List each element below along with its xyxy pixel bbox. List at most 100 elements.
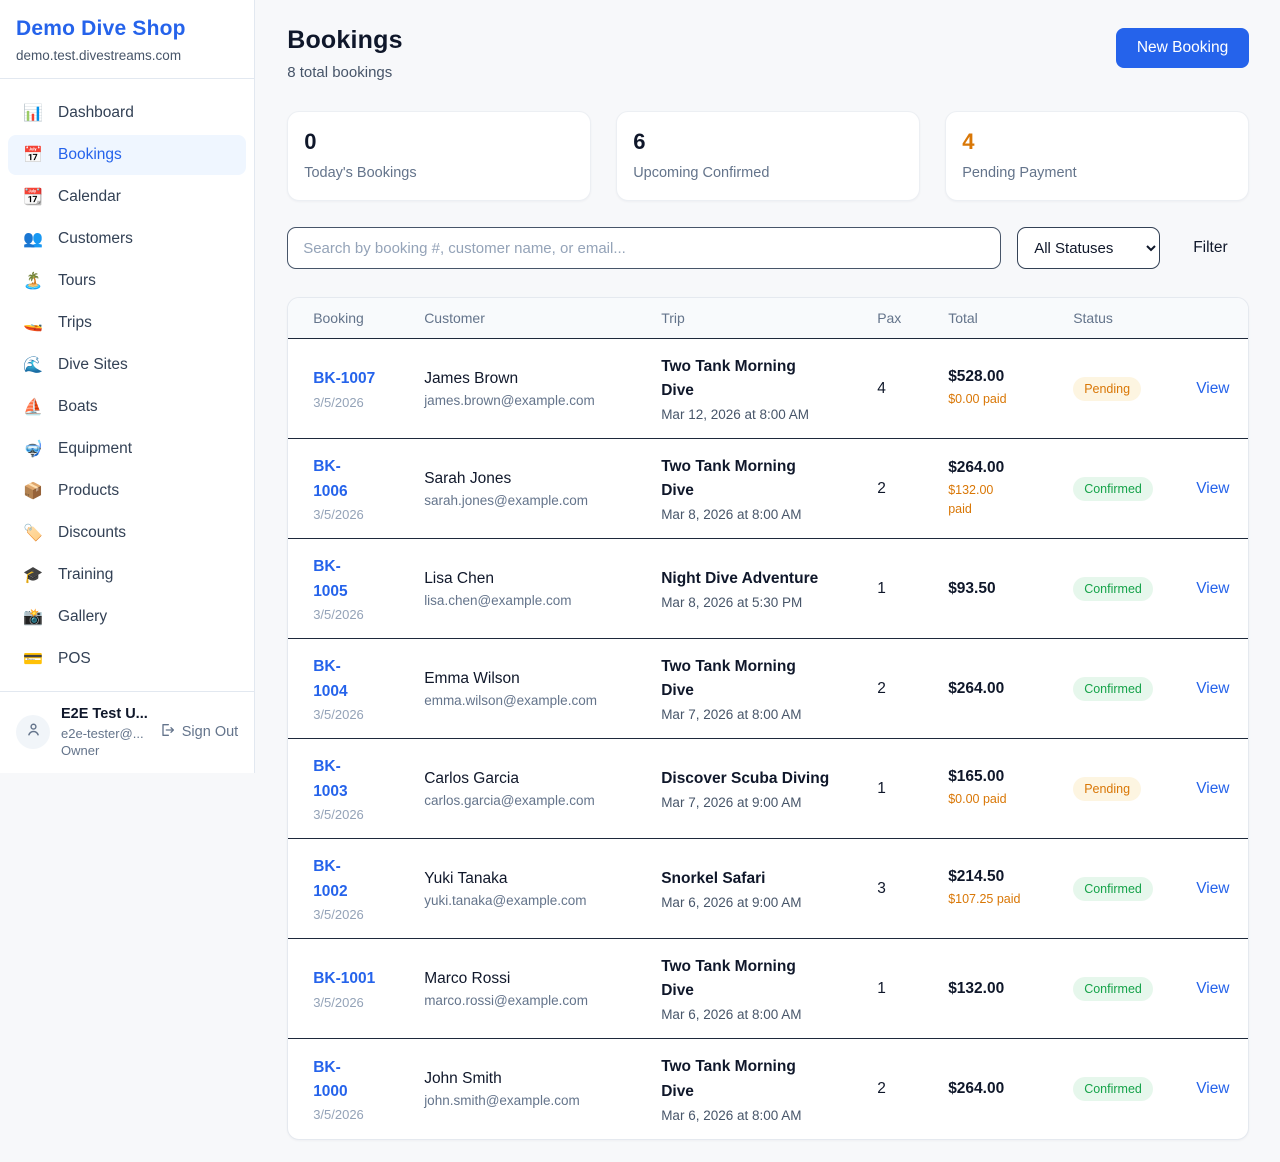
new-booking-button[interactable]: New Booking	[1116, 28, 1249, 68]
sidebar-item-gallery[interactable]: 📸 Gallery	[8, 597, 246, 637]
booking-cell: BK- 1003 3/5/2026	[313, 755, 424, 821]
total-cell: $528.00 $0.00 paid	[948, 368, 1073, 409]
status-badge: Confirmed	[1073, 677, 1153, 701]
trip-datetime: Mar 6, 2026 at 9:00 AM	[661, 895, 877, 910]
sidebar-item-customers[interactable]: 👥 Customers	[8, 219, 246, 259]
customer-name: Sarah Jones	[424, 470, 661, 488]
table-row: BK- 1000 3/5/2026 John Smith john.smith@…	[288, 1039, 1248, 1139]
booking-id-link[interactable]: BK- 1006	[313, 455, 424, 503]
sidebar-item-dashboard[interactable]: 📊 Dashboard	[8, 93, 246, 133]
trip-name: Snorkel Safari	[661, 867, 831, 891]
customer-email: james.brown@example.com	[424, 393, 661, 408]
nav-label: Calendar	[58, 188, 121, 206]
total-amount: $93.50	[948, 580, 1073, 598]
booking-cell: BK-1001 3/5/2026	[313, 967, 424, 1009]
view-link[interactable]: View	[1196, 580, 1248, 598]
nav-label: Products	[58, 482, 119, 500]
pax-cell: 2	[877, 1080, 948, 1098]
user-name: E2E Test U...	[61, 705, 148, 725]
trip-datetime: Mar 6, 2026 at 8:00 AM	[661, 1108, 877, 1123]
booking-date: 3/5/2026	[313, 807, 424, 822]
status-cell: Pending	[1073, 777, 1196, 801]
people-icon: 👥	[23, 229, 43, 249]
nav-label: Discounts	[58, 524, 126, 542]
column-header-status: Status	[1073, 310, 1196, 326]
trip-cell: Two Tank Morning Dive Mar 8, 2026 at 8:0…	[661, 455, 877, 522]
sidebar-item-boats[interactable]: ⛵ Boats	[8, 387, 246, 427]
booking-id-link[interactable]: BK-1001	[313, 967, 424, 991]
booking-id-link[interactable]: BK- 1004	[313, 655, 424, 703]
bar-chart-icon: 📊	[23, 103, 43, 123]
booking-cell: BK- 1006 3/5/2026	[313, 455, 424, 521]
graduation-cap-icon: 🎓	[23, 565, 43, 585]
sidebar-item-bookings[interactable]: 📅 Bookings	[8, 135, 246, 175]
nav-label: Gallery	[58, 608, 107, 626]
customer-email: lisa.chen@example.com	[424, 593, 661, 608]
total-cell: $264.00	[948, 680, 1073, 698]
package-icon: 📦	[23, 481, 43, 501]
table-row: BK- 1003 3/5/2026 Carlos Garcia carlos.g…	[288, 739, 1248, 839]
pax-cell: 4	[877, 380, 948, 398]
sidebar-item-discounts[interactable]: 🏷️ Discounts	[8, 513, 246, 553]
booking-date: 3/5/2026	[313, 607, 424, 622]
sidebar-item-equipment[interactable]: 🤿 Equipment	[8, 429, 246, 469]
island-icon: 🏝️	[23, 271, 43, 291]
view-link[interactable]: View	[1196, 380, 1248, 398]
sidebar-item-tours[interactable]: 🏝️ Tours	[8, 261, 246, 301]
sidebar-item-dive-sites[interactable]: 🌊 Dive Sites	[8, 345, 246, 385]
avatar	[16, 715, 50, 749]
pax-cell: 2	[877, 680, 948, 698]
booking-cell: BK- 1005 3/5/2026	[313, 555, 424, 621]
trip-cell: Snorkel Safari Mar 6, 2026 at 9:00 AM	[661, 867, 877, 910]
page-title-block: Bookings 8 total bookings	[287, 26, 403, 81]
trip-name: Two Tank Morning Dive	[661, 355, 831, 403]
status-cell: Confirmed	[1073, 1077, 1196, 1101]
paid-amount: $0.00 paid	[948, 390, 1073, 409]
booking-cell: BK- 1000 3/5/2026	[313, 1056, 424, 1122]
brand-block: Demo Dive Shop demo.test.divestreams.com	[0, 0, 254, 79]
pax-cell: 1	[877, 580, 948, 598]
diving-mask-icon: 🤿	[23, 439, 43, 459]
sailboat-icon: ⛵	[23, 397, 43, 417]
booking-id-link[interactable]: BK-1007	[313, 367, 424, 391]
nav-label: Bookings	[58, 146, 122, 164]
view-link[interactable]: View	[1196, 1080, 1248, 1098]
booking-id-link[interactable]: BK- 1000	[313, 1056, 424, 1104]
customer-email: emma.wilson@example.com	[424, 693, 661, 708]
booking-cell: BK- 1002 3/5/2026	[313, 855, 424, 921]
view-link[interactable]: View	[1196, 880, 1248, 898]
calendar-icon: 📆	[23, 187, 43, 207]
view-link[interactable]: View	[1196, 780, 1248, 798]
stat-value: 0	[304, 129, 574, 155]
trip-name: Two Tank Morning Dive	[661, 455, 831, 503]
sidebar-item-training[interactable]: 🎓 Training	[8, 555, 246, 595]
sidebar-item-calendar[interactable]: 📆 Calendar	[8, 177, 246, 217]
status-select[interactable]: All Statuses	[1017, 227, 1160, 269]
customer-cell: Yuki Tanaka yuki.tanaka@example.com	[424, 870, 661, 908]
filter-button[interactable]: Filter	[1193, 239, 1227, 257]
booking-id-link[interactable]: BK- 1002	[313, 855, 424, 903]
filter-toolbar: All Statuses Filter	[287, 227, 1249, 269]
search-input[interactable]	[287, 227, 1001, 269]
sidebar-item-trips[interactable]: 🚤 Trips	[8, 303, 246, 343]
trip-cell: Two Tank Morning Dive Mar 12, 2026 at 8:…	[661, 355, 877, 422]
booking-id-link[interactable]: BK- 1005	[313, 555, 424, 603]
column-header-booking: Booking	[313, 310, 424, 326]
wave-icon: 🌊	[23, 355, 43, 375]
sidebar-item-products[interactable]: 📦 Products	[8, 471, 246, 511]
paid-amount: $107.25 paid	[948, 890, 1073, 909]
tag-icon: 🏷️	[23, 523, 43, 543]
booking-id-link[interactable]: BK- 1003	[313, 755, 424, 803]
sidebar: Demo Dive Shop demo.test.divestreams.com…	[0, 0, 255, 773]
page-title: Bookings	[287, 26, 403, 55]
nav-label: Dive Sites	[58, 356, 128, 374]
view-link[interactable]: View	[1196, 980, 1248, 998]
trip-datetime: Mar 12, 2026 at 8:00 AM	[661, 407, 877, 422]
customer-name: Lisa Chen	[424, 570, 661, 588]
sign-out-button[interactable]: Sign Out	[159, 722, 238, 742]
sidebar-item-pos[interactable]: 💳 POS	[8, 639, 246, 679]
booking-date: 3/5/2026	[313, 995, 424, 1010]
view-link[interactable]: View	[1196, 680, 1248, 698]
view-link[interactable]: View	[1196, 480, 1248, 498]
paid-amount: $132.00 paid	[948, 481, 1073, 519]
